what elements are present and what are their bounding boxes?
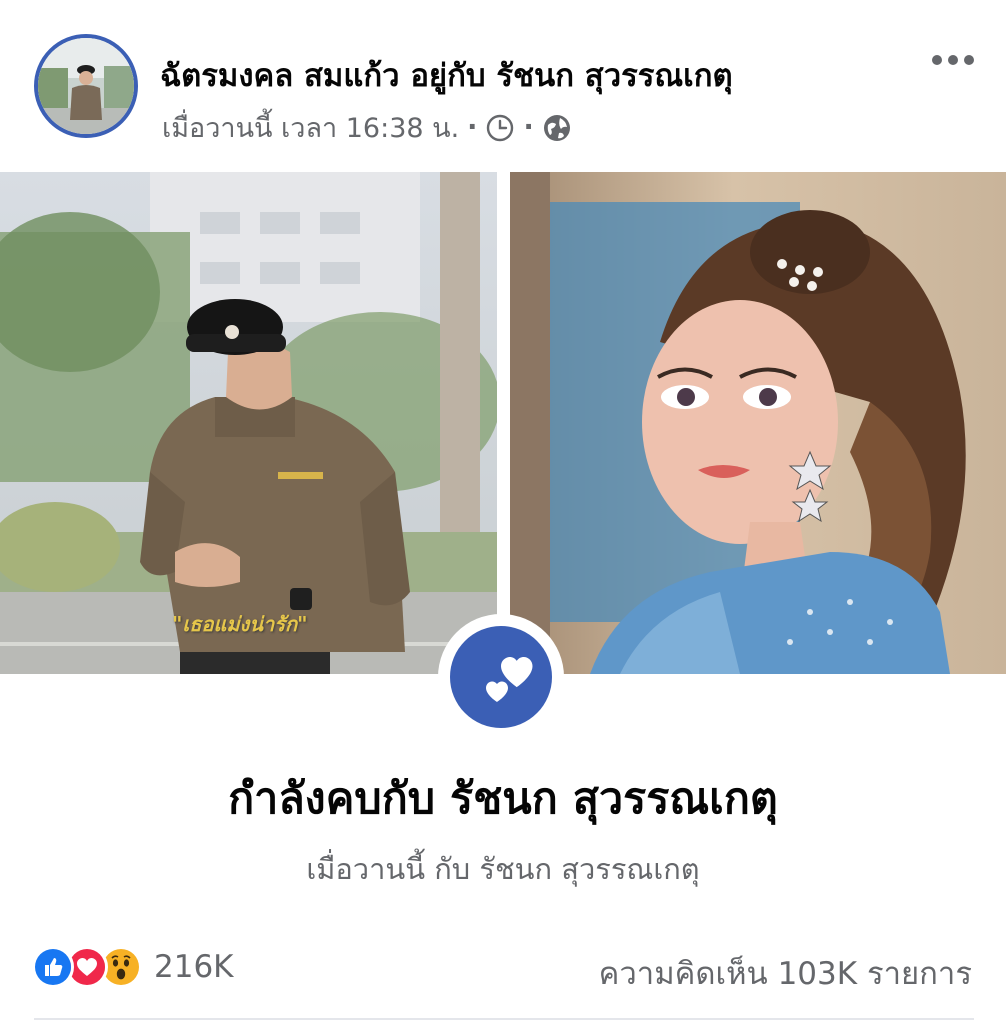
avatar-image <box>38 38 134 134</box>
tagged-person-link[interactable]: รัชนก สุวรรณเกตุ <box>496 58 732 94</box>
photo-left[interactable]: "เธอแม่งน่ารัก" <box>0 172 497 674</box>
author-name[interactable]: ฉัตรมงคล สมแก้ว <box>160 58 400 94</box>
post-header: ฉัตรมงคล สมแก้ว อยู่กับ รัชนก สุวรรณเกตุ… <box>0 0 1006 170</box>
divider <box>34 1018 974 1020</box>
reaction-count: 216K <box>154 949 234 985</box>
photo-caption: "เธอแม่งน่ารัก" <box>172 612 308 636</box>
with-word: อยู่กับ <box>410 58 486 94</box>
like-icon <box>32 946 74 988</box>
officer-photo <box>0 172 497 674</box>
reactions-summary[interactable]: 216K <box>32 944 234 990</box>
more-options-icon[interactable] <box>928 48 978 72</box>
life-event-title: กำลังคบกับ รัชนก สุวรรณเกตุ <box>228 774 778 824</box>
life-event-subtitle: เมื่อวานนี้ กับ รัชนก สุวรรณเกตุ <box>306 852 700 886</box>
clock-icon <box>485 113 515 143</box>
two-hearts-icon <box>450 626 552 728</box>
life-event-badge <box>438 614 564 740</box>
globe-icon[interactable] <box>542 113 572 143</box>
comments-count-link[interactable]: ความคิดเห็น 103K รายการ <box>599 948 972 998</box>
post-author-line: ฉัตรมงคล สมแก้ว อยู่กับ รัชนก สุวรรณเกตุ <box>160 50 733 100</box>
post-meta: เมื่อวานนี้ เวลา 16:38 น. · · <box>162 106 572 149</box>
photo-right[interactable] <box>510 172 1006 674</box>
meta-separator: · <box>523 112 534 143</box>
portrait-photo <box>510 172 1006 674</box>
author-avatar[interactable] <box>34 34 138 138</box>
post-timestamp[interactable]: เมื่อวานนี้ เวลา 16:38 น. <box>162 106 459 149</box>
meta-separator: · <box>467 112 478 143</box>
